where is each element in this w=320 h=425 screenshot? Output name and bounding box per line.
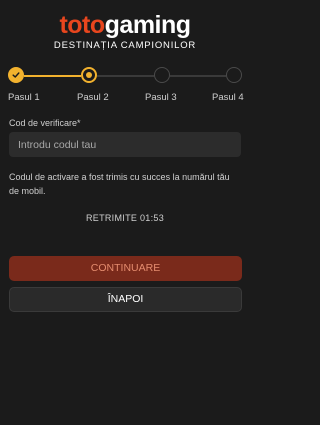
step-4-label: Pasul 4 bbox=[212, 92, 244, 103]
totogaming-logo: totogaming bbox=[0, 12, 250, 38]
step-connector-3-4 bbox=[170, 75, 226, 77]
back-button[interactable]: ÎNAPOI bbox=[9, 287, 242, 312]
step-2-current-icon bbox=[81, 67, 97, 83]
header: totogaming DESTINAȚIA CAMPIONILOR bbox=[0, 12, 250, 51]
step-connector-1-2 bbox=[24, 75, 81, 77]
step-1-check-icon bbox=[8, 67, 24, 83]
step-2-label: Pasul 2 bbox=[77, 92, 109, 103]
verification-code-input[interactable] bbox=[9, 132, 241, 157]
step-3-label: Pasul 3 bbox=[145, 92, 177, 103]
step-3-pending-icon bbox=[154, 67, 170, 83]
verification-code-label: Cod de verificare* bbox=[9, 118, 81, 128]
registration-stepper: Pasul 1 Pasul 2 Pasul 3 Pasul 4 bbox=[0, 64, 250, 106]
tagline: DESTINAȚIA CAMPIONILOR bbox=[53, 40, 197, 51]
step-4-pending-icon bbox=[226, 67, 242, 83]
logo-part-gaming: gaming bbox=[104, 11, 191, 39]
resend-code-link[interactable]: RETRIMITE 01:53 bbox=[0, 213, 250, 223]
logo-part-toto: toto bbox=[59, 11, 105, 39]
continue-button[interactable]: CONTINUARE bbox=[9, 256, 242, 281]
step-1-label: Pasul 1 bbox=[8, 92, 40, 103]
step-connector-2-3 bbox=[97, 75, 154, 77]
activation-info-text: Codul de activare a fost trimis cu succe… bbox=[9, 172, 230, 196]
